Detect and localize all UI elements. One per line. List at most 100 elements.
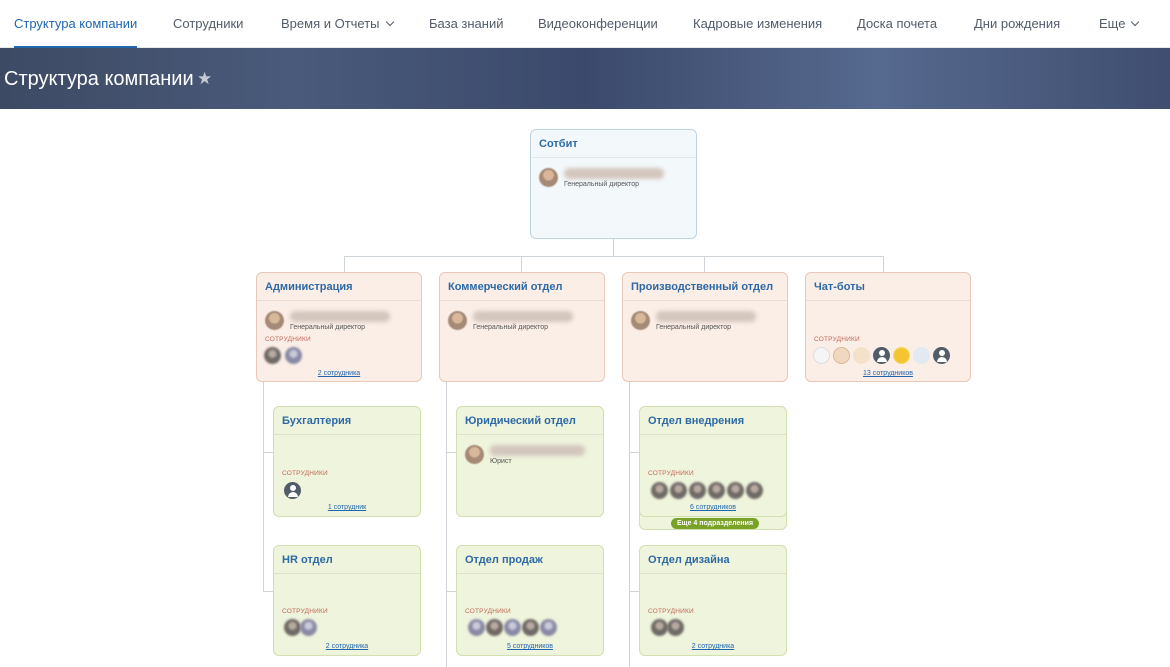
- employees-label: СОТРУДНИКИ: [282, 608, 328, 615]
- manager-position: Генеральный директор: [473, 324, 549, 331]
- star-icon[interactable]: ★: [197, 69, 212, 89]
- more-subdepartments-badge[interactable]: Еще 4 подразделения: [671, 518, 760, 529]
- manager-position: Юрист: [490, 458, 512, 465]
- avatar[interactable]: [651, 482, 668, 499]
- subdepartment-card-design[interactable]: Отдел дизайна СОТРУДНИКИ 2 сотрудника: [639, 545, 787, 656]
- employees-label: СОТРУДНИКИ: [282, 470, 328, 477]
- connector-line: [704, 256, 705, 272]
- avatar: [631, 311, 650, 330]
- department-card-commercial[interactable]: Коммерческий отдел Генеральный директор: [439, 272, 605, 382]
- avatar: [465, 445, 484, 464]
- avatar[interactable]: [651, 619, 668, 636]
- department-title[interactable]: Чат-боты: [806, 273, 970, 301]
- employees-label: СОТРУДНИКИ: [648, 470, 694, 477]
- subdepartment-card-legal[interactable]: Юридический отдел Юрист: [456, 406, 604, 517]
- avatar[interactable]: [504, 619, 521, 636]
- avatar[interactable]: [285, 347, 302, 364]
- manager-name-blurred: [490, 445, 585, 456]
- department-card-production[interactable]: Производственный отдел Генеральный дирек…: [622, 272, 788, 382]
- manager-position: Генеральный директор: [564, 181, 640, 188]
- root-department-card[interactable]: Сотбит Генеральный директор: [530, 129, 697, 239]
- department-card-chatbots[interactable]: Чат-боты СОТРУДНИКИ 13 сотрудников: [805, 272, 971, 382]
- avatar[interactable]: [708, 482, 725, 499]
- bot-avatar[interactable]: [833, 347, 850, 364]
- department-title[interactable]: Администрация: [257, 273, 421, 301]
- chevron-down-icon: [1131, 17, 1140, 27]
- employee-count-link[interactable]: 5 сотрудников: [457, 643, 603, 650]
- nav-tab-time-reports[interactable]: Время и Отчеты: [281, 0, 394, 48]
- employee-count-link[interactable]: 2 сотрудника: [274, 643, 420, 650]
- bot-avatar[interactable]: [913, 347, 930, 364]
- subdepartment-card-sales[interactable]: Отдел продаж СОТРУДНИКИ 5 сотрудников: [456, 545, 604, 656]
- employee-count-link[interactable]: 2 сотрудника: [257, 370, 421, 377]
- department-title[interactable]: Отдел внедрения: [640, 407, 786, 435]
- avatar[interactable]: [540, 619, 557, 636]
- avatar[interactable]: [746, 482, 763, 499]
- subdepartment-card-implementation[interactable]: Отдел внедрения СОТРУДНИКИ 6 сотрудников: [639, 406, 787, 517]
- subdepartment-card-hr[interactable]: HR отдел СОТРУДНИКИ 2 сотрудника: [273, 545, 421, 656]
- manager-name-blurred: [564, 168, 664, 179]
- manager-name-blurred: [290, 311, 390, 322]
- department-title[interactable]: Коммерческий отдел: [440, 273, 604, 301]
- employees-label: СОТРУДНИКИ: [814, 336, 860, 343]
- manager-position: Генеральный директор: [290, 324, 366, 331]
- connector-line: [521, 256, 522, 272]
- avatar[interactable]: [264, 347, 281, 364]
- avatar[interactable]: [300, 619, 317, 636]
- avatar: [265, 311, 284, 330]
- employee-count-link[interactable]: 2 сотрудника: [640, 643, 786, 650]
- nav-more-menu[interactable]: Еще: [1099, 0, 1140, 48]
- department-card-administration[interactable]: Администрация Генеральный директор СОТРУ…: [256, 272, 422, 382]
- connector-line: [263, 591, 273, 592]
- connector-line: [613, 239, 614, 256]
- page-title: Структура компании: [4, 68, 194, 90]
- avatar: [448, 311, 467, 330]
- department-title[interactable]: HR отдел: [274, 546, 420, 574]
- nav-tab-company-structure[interactable]: Структура компании: [14, 0, 138, 48]
- connector-line: [446, 591, 456, 592]
- bot-avatar[interactable]: [853, 347, 870, 364]
- bot-avatar[interactable]: [893, 347, 910, 364]
- avatar[interactable]: [689, 482, 706, 499]
- nav-tab-hr-changes[interactable]: Кадровые изменения: [693, 0, 822, 48]
- avatar[interactable]: [522, 619, 539, 636]
- employees-label: СОТРУДНИКИ: [648, 608, 694, 615]
- avatar[interactable]: [468, 619, 485, 636]
- nav-tab-birthdays[interactable]: Дни рождения: [974, 0, 1060, 48]
- avatar[interactable]: [667, 619, 684, 636]
- connector-line: [263, 452, 273, 453]
- bot-avatar[interactable]: [813, 347, 830, 364]
- nav-tab-honor-board[interactable]: Доска почета: [857, 0, 937, 48]
- connector-line: [344, 256, 345, 272]
- connector-line: [446, 382, 447, 667]
- employees-label: СОТРУДНИКИ: [465, 608, 511, 615]
- avatar[interactable]: [670, 482, 687, 499]
- employee-count-link[interactable]: 13 сотрудников: [806, 370, 970, 377]
- chevron-down-icon: [385, 17, 394, 27]
- department-title[interactable]: Отдел дизайна: [640, 546, 786, 574]
- connector-line: [344, 256, 883, 257]
- connector-line: [629, 591, 639, 592]
- department-title[interactable]: Отдел продаж: [457, 546, 603, 574]
- connector-line: [629, 382, 630, 667]
- nav-tab-videoconferences[interactable]: Видеоконференции: [538, 0, 658, 48]
- user-icon[interactable]: [284, 482, 301, 499]
- user-icon[interactable]: [933, 347, 950, 364]
- department-title[interactable]: Бухгалтерия: [274, 407, 420, 435]
- avatar: [539, 168, 558, 187]
- connector-line: [883, 256, 884, 272]
- avatar[interactable]: [284, 619, 301, 636]
- department-title[interactable]: Сотбит: [531, 130, 696, 158]
- employee-count-link[interactable]: 1 сотрудник: [274, 504, 420, 511]
- department-title[interactable]: Юридический отдел: [457, 407, 603, 435]
- user-icon[interactable]: [873, 347, 890, 364]
- subdepartment-card-accounting[interactable]: Бухгалтерия СОТРУДНИКИ 1 сотрудник: [273, 406, 421, 517]
- manager-name-blurred: [656, 311, 756, 322]
- nav-tab-knowledge-base[interactable]: База знаний: [429, 0, 504, 48]
- department-title[interactable]: Производственный отдел: [623, 273, 787, 301]
- nav-tab-employees[interactable]: Сотрудники: [173, 0, 243, 48]
- employee-count-link[interactable]: 6 сотрудников: [640, 504, 786, 511]
- avatar[interactable]: [486, 619, 503, 636]
- avatar[interactable]: [727, 482, 744, 499]
- connector-line: [629, 452, 639, 453]
